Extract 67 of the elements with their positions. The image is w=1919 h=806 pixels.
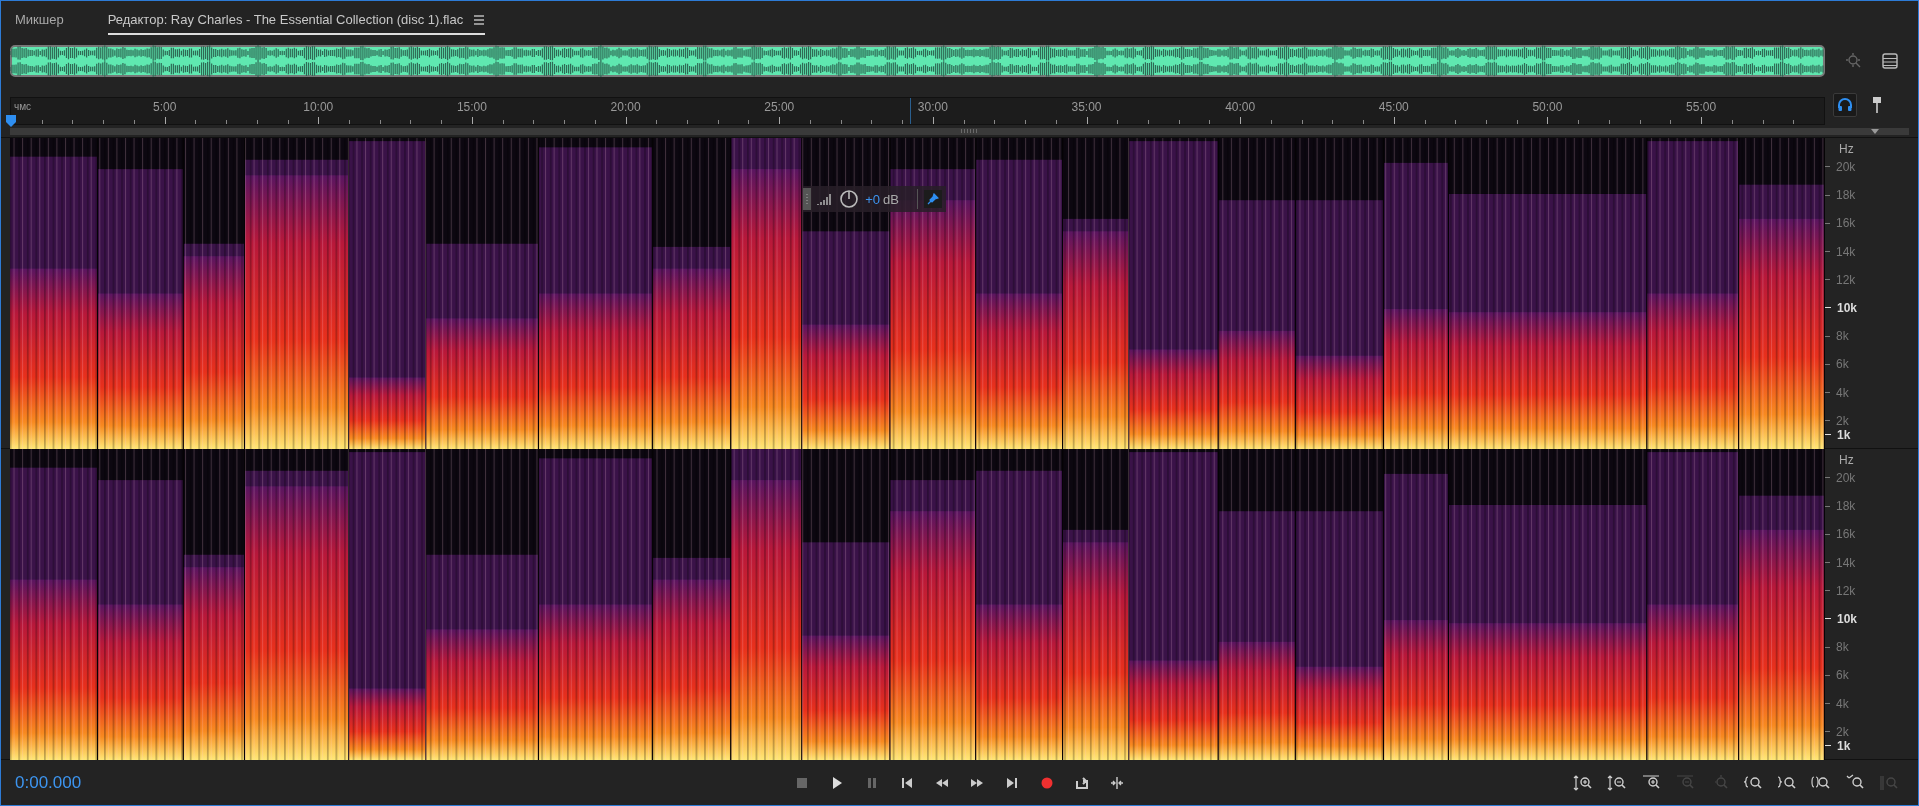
time-label: 35:00 [1071,100,1102,114]
skip-back-icon [900,775,914,790]
skip-selection-icon [1110,775,1124,790]
time-unit-label: чмс [14,101,32,112]
dropdown-caret-icon[interactable] [1871,129,1879,134]
pin-icon [1872,95,1882,114]
pin-icon [926,193,939,205]
time-label: 45:00 [1378,100,1409,114]
tab[interactable]: Микшер [15,8,64,35]
frequency-label: 18k [1836,499,1856,514]
headphones-icon [1837,96,1853,113]
frequency-label: 1k [1837,427,1851,442]
frequency-label: 1k [1837,738,1851,753]
frequency-label: 12k [1836,583,1856,598]
time-label: 5:00 [152,100,177,114]
menu-icon[interactable] [473,14,486,25]
headphones-button[interactable] [1833,92,1857,117]
frequency-label: 4k [1836,385,1849,400]
frequency-label: 14k [1836,555,1856,570]
frequency-label: 10k [1837,612,1858,626]
list-icon [1880,52,1899,70]
volume-unit: dB [882,191,899,207]
time-label: 25:00 [764,100,795,114]
time-label: 40:00 [1225,100,1256,114]
frequency-label: 2k [1836,724,1849,739]
skip-forward-icon [1005,775,1019,790]
axis-unit-label: Hz [1839,453,1854,467]
frequency-label: 2k [1836,413,1849,428]
frequency-label: 20k [1836,159,1856,174]
time-label: 10:00 [303,100,334,114]
frequency-label: 20k [1836,470,1856,485]
time-label: 15:00 [456,100,487,114]
play-icon [830,775,844,790]
pin-button[interactable] [923,190,942,208]
spectrogram-drawing[interactable] [10,138,1825,450]
grip-icon[interactable] [803,188,812,210]
grip-icon [959,129,978,133]
tab[interactable]: Редактор: Ray Charles - The Essential Collection (disc 1).flac [107,8,486,35]
current-time: 0:00.000 [15,772,83,793]
axis-unit-label: Hz [1839,142,1854,156]
cue-line [910,98,912,124]
frequency-label: 4k [1836,696,1849,711]
volume-knob-icon[interactable] [839,189,860,209]
pause-icon [865,775,879,790]
horizontal-scrollbar[interactable] [10,128,1909,135]
frequency-label: 16k [1836,527,1856,542]
time-label: 30:00 [917,100,948,114]
record-icon [1040,775,1054,790]
zoom-icon [1844,52,1863,70]
frequency-label: 6k [1836,357,1849,372]
frequency-label: 14k [1836,244,1856,259]
volume-value[interactable]: +0 [865,191,880,207]
waveform-overview-drawing[interactable] [10,45,1825,77]
frequency-label: 16k [1836,216,1856,231]
frequency-label: 8k [1836,640,1849,655]
spectrogram-drawing[interactable] [10,449,1825,761]
signal-bars-icon [817,192,834,206]
playhead-marker-icon[interactable] [5,114,17,128]
time-label: 50:00 [1532,100,1563,114]
frequency-label: 12k [1836,272,1856,287]
frequency-label: 6k [1836,668,1849,683]
frequency-label: 18k [1836,188,1856,203]
frequency-label: 8k [1836,329,1849,344]
stop-icon [795,775,809,790]
time-label: 55:00 [1686,100,1717,114]
time-label: 20:00 [610,100,641,114]
frequency-label: 10k [1837,301,1858,315]
